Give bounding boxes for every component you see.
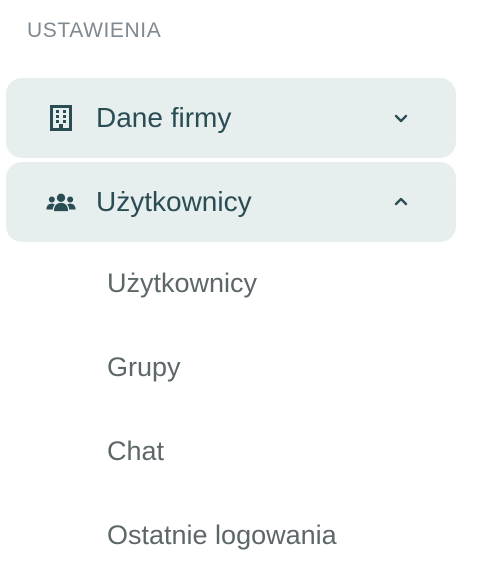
chevron-up-icon[interactable]: [391, 192, 411, 212]
nav-subitem-chat[interactable]: Chat: [107, 436, 164, 467]
chevron-down-icon[interactable]: [391, 108, 411, 128]
nav-group-users[interactable]: Użytkownicy: [6, 162, 456, 242]
nav-subitem-groups[interactable]: Grupy: [107, 352, 181, 383]
nav-group-company-data[interactable]: Dane firmy: [6, 78, 456, 158]
users-icon: [46, 187, 76, 217]
nav-group-label: Użytkownicy: [96, 186, 252, 217]
settings-sidebar: USTAWIENIA Dane firmy Użytkownicy Użytko…: [0, 0, 480, 586]
section-title: USTAWIENIA: [27, 19, 162, 42]
nav-group-label: Dane firmy: [96, 102, 232, 133]
nav-subitem-recent-logins[interactable]: Ostatnie logowania: [107, 520, 337, 551]
nav-subitem-users[interactable]: Użytkownicy: [107, 268, 257, 299]
building-icon: [46, 103, 76, 133]
